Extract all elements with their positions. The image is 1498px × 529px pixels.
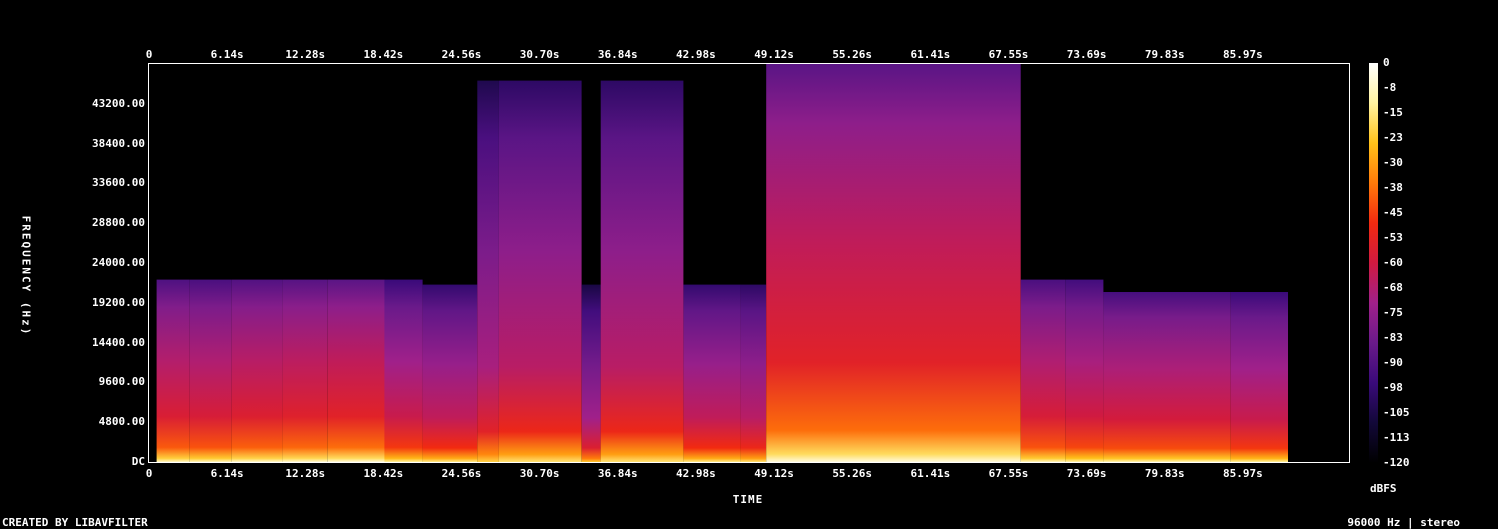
spectrogram-segment <box>327 279 385 462</box>
spectrogram-segment <box>766 64 1021 462</box>
spectrogram-segment <box>581 284 601 462</box>
x-tick-label: 85.97s <box>1222 48 1263 61</box>
colorbar-tick-label: -75 <box>1383 306 1403 319</box>
spectrogram-segment <box>1230 292 1288 462</box>
colorbar-tick-label: -105 <box>1383 406 1410 419</box>
spectrogram-segment <box>1020 279 1066 462</box>
y-tick-label: 14400.00 <box>92 335 145 349</box>
colorbar-tick-label: -68 <box>1383 281 1403 294</box>
colorbar-tick-label: -45 <box>1383 206 1403 219</box>
x-tick-label: 61.41s <box>910 48 951 61</box>
x-tick-label: 36.84s <box>597 467 638 480</box>
y-tick-label: 24000.00 <box>92 256 145 269</box>
spectrogram-segment <box>683 284 741 462</box>
x-tick-label: 49.12s <box>754 48 794 61</box>
x-tick-label: 0 <box>145 48 153 61</box>
x-tick-label: 55.26s <box>832 48 873 61</box>
colorbar-tick-label: -113 <box>1383 431 1410 444</box>
x-tick-label: 24.56s <box>441 48 482 61</box>
x-tick-label: 12.28s <box>285 467 326 480</box>
spectrogram-segment <box>1065 279 1104 462</box>
spectrogram-segment <box>600 80 684 462</box>
y-tick-label: 43200.00 <box>92 96 145 110</box>
y-tick-label: 28800.00 <box>92 216 145 230</box>
credit-text: CREATED BY LIBAVFILTER <box>2 516 148 529</box>
format-text: 96000 Hz | stereo <box>1347 516 1460 529</box>
x-tick-label: 55.26s <box>832 467 873 480</box>
spectrogram-segment <box>422 284 478 462</box>
spectrogram-segment <box>1103 292 1231 462</box>
spectrogram-segment <box>156 279 190 462</box>
spectrogram-segment <box>189 279 232 462</box>
x-tick-label: 12.28s <box>285 48 326 61</box>
x-tick-label: 42.98s <box>676 467 716 480</box>
colorbar-unit-label: dBFS <box>1370 482 1397 495</box>
x-tick-label: 79.83s <box>1144 467 1185 480</box>
y-tick-label: 4800.00 <box>98 415 145 429</box>
spectrogram-segment <box>384 279 423 462</box>
x-tick-label: 6.14s <box>210 467 244 480</box>
x-tick-label: 18.42s <box>363 467 404 480</box>
x-tick-label: 79.83s <box>1144 48 1185 61</box>
y-tick-label: 9600.00 <box>98 375 145 389</box>
x-tick-label: 61.41s <box>910 467 951 480</box>
x-tick-label: 67.55s <box>988 48 1029 61</box>
x-tick-label: 42.98s <box>676 48 716 61</box>
colorbar-tick-label: -120 <box>1383 456 1410 469</box>
y-tick-label: 38400.00 <box>92 136 145 150</box>
colorbar-tick-label: 0 <box>1383 56 1390 69</box>
colorbar-tick-label: -53 <box>1383 231 1403 244</box>
colorbar <box>1369 63 1378 463</box>
spectrogram-segment <box>740 284 767 462</box>
y-tick-label: 33600.00 <box>92 176 145 190</box>
x-tick-label: 73.69s <box>1066 48 1107 61</box>
colorbar-tick-label: -90 <box>1383 356 1403 369</box>
plot-svg <box>148 63 1378 463</box>
spectrogram-segment <box>477 80 499 462</box>
x-tick-label: 36.84s <box>597 48 638 61</box>
x-tick-label: 67.55s <box>988 467 1029 480</box>
x-tick-label: 85.97s <box>1222 467 1263 480</box>
x-tick-label: 24.56s <box>441 467 482 480</box>
y-axis-label: FREQUENCY (Hz) <box>19 215 33 337</box>
colorbar-tick-label: -98 <box>1383 381 1403 394</box>
y-tick-label: 19200.00 <box>92 295 145 309</box>
spectrogram-segment <box>498 80 582 462</box>
y-tick-label: DC <box>131 455 145 468</box>
spectrogram-chart: FREQUENCY (Hz) TIME dBFS CREATED BY LIBA… <box>0 0 1498 529</box>
x-tick-label: 0 <box>145 467 153 480</box>
colorbar-tick-label: -15 <box>1383 106 1403 119</box>
colorbar-tick-label: -83 <box>1383 331 1403 344</box>
spectrogram-segment <box>282 279 328 462</box>
x-tick-label: 49.12s <box>754 467 794 480</box>
colorbar-tick-label: -60 <box>1383 256 1403 269</box>
x-tick-label: 73.69s <box>1066 467 1107 480</box>
x-tick-label: 30.70s <box>519 48 560 61</box>
colorbar-tick-label: -38 <box>1383 181 1403 194</box>
colorbar-tick-label: -8 <box>1383 81 1397 94</box>
colorbar-tick-label: -23 <box>1383 131 1403 144</box>
x-tick-label: 6.14s <box>210 48 244 61</box>
x-axis-label: TIME <box>732 493 764 506</box>
x-tick-label: 30.70s <box>519 467 560 480</box>
colorbar-tick-label: -30 <box>1383 156 1403 169</box>
x-tick-label: 18.42s <box>363 48 404 61</box>
spectrogram-segment <box>231 279 283 462</box>
